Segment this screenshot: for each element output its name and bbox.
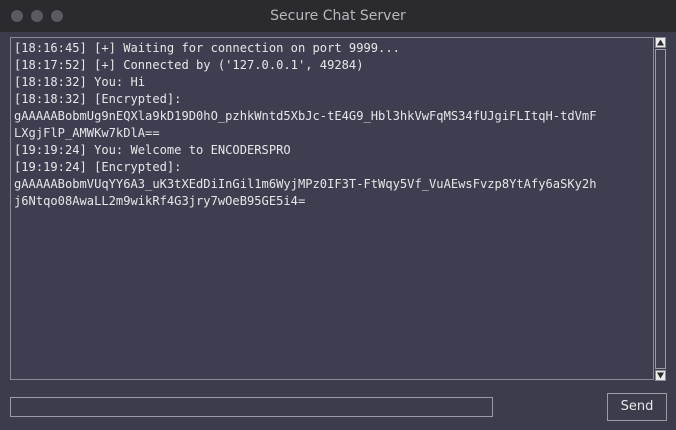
scrollbar-track[interactable]	[655, 49, 667, 369]
scroll-up-button[interactable]	[655, 37, 666, 48]
arrow-up-icon	[657, 39, 664, 46]
window-title: Secure Chat Server	[270, 8, 406, 24]
scrollbar-thumb[interactable]	[655, 49, 666, 369]
chat-log[interactable]: [18:16:45] [+] Waiting for connection on…	[10, 37, 654, 380]
title-bar: Secure Chat Server	[0, 0, 676, 32]
scroll-down-button[interactable]	[655, 370, 666, 381]
log-line: [18:16:45] [+] Waiting for connection on…	[14, 41, 400, 55]
log-line: [18:18:32] You: Hi	[14, 75, 146, 89]
log-line: gAAAAABobmUg9nEQXla9kD19D0hO_pzhkWntd5Xb…	[14, 109, 597, 123]
log-line: LXgjFlP_AMWKw7kDlA==	[14, 126, 160, 140]
log-line: gAAAAABobmVUqYY6A3_uK3tXEdDiInGil1m6WyjM…	[14, 177, 597, 191]
arrow-down-icon	[657, 372, 664, 379]
log-line: [18:17:52] [+] Connected by ('127.0.0.1'…	[14, 58, 364, 72]
log-line: [19:19:24] [Encrypted]:	[14, 160, 182, 174]
log-line: j6Ntqo08AwaLL2m9wikRf4G3jry7wOeB95GE5i4=	[14, 194, 306, 208]
log-line: [18:18:32] [Encrypted]:	[14, 92, 182, 106]
message-input[interactable]	[10, 397, 493, 417]
log-line: [19:19:24] You: Welcome to ENCODERSPRO	[14, 143, 291, 157]
send-button[interactable]: Send	[607, 393, 667, 421]
chat-log-scrollbar[interactable]	[654, 37, 668, 382]
